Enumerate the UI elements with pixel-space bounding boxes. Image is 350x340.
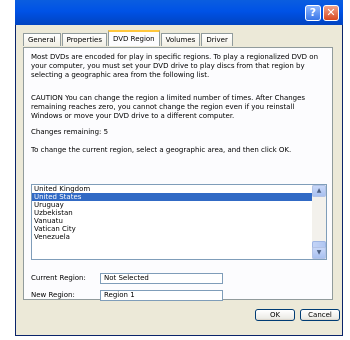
list-item[interactable]: United Kingdom <box>32 185 326 193</box>
list-item[interactable]: Vanuatu <box>32 217 326 225</box>
new-region-value: Region 1 <box>100 290 223 301</box>
caution-text: CAUTION You can change the region a limi… <box>31 94 306 120</box>
list-item[interactable]: Uruguay <box>32 201 326 209</box>
tab-strip: General Properties DVD Region Volumes Dr… <box>23 30 234 46</box>
scroll-down-icon[interactable]: ▼ <box>312 247 326 259</box>
list-item[interactable]: Uzbekistan <box>32 209 326 217</box>
new-region-label: New Region: <box>31 291 75 299</box>
current-region-label: Current Region: <box>31 274 86 282</box>
tab-driver[interactable]: Driver <box>201 33 233 46</box>
list-scrollbar[interactable]: ▲ ▼ <box>312 185 326 259</box>
dvd-region-panel: Most DVDs are encoded for play in specif… <box>23 47 333 301</box>
ok-button[interactable]: OK <box>255 309 295 321</box>
tab-volumes[interactable]: Volumes <box>160 33 201 46</box>
list-item-selected[interactable]: United States <box>32 193 313 201</box>
changes-remaining-text: Changes remaining: 5 <box>31 128 109 136</box>
list-item[interactable]: Vatican City <box>32 225 326 233</box>
intro-text: Most DVDs are encoded for play in specif… <box>31 53 319 79</box>
instruction-text: To change the current region, select a g… <box>31 146 292 154</box>
region-listbox[interactable]: United Kingdom United States Uruguay Uzb… <box>31 184 327 260</box>
scroll-up-icon[interactable]: ▲ <box>312 185 326 197</box>
list-item[interactable]: Venezuela <box>32 233 326 241</box>
tab-dvd-region[interactable]: DVD Region <box>107 30 160 46</box>
tab-properties[interactable]: Properties <box>61 33 107 46</box>
help-icon[interactable]: ? <box>305 5 321 21</box>
cancel-button[interactable]: Cancel <box>300 309 340 321</box>
tab-general[interactable]: General <box>23 33 61 46</box>
close-icon[interactable]: ✕ <box>323 5 339 21</box>
dvd-properties-dialog: ? ✕ General Properties DVD Region Volume… <box>15 0 343 336</box>
current-region-value: Not Selected <box>100 273 223 284</box>
title-bar[interactable]: ? ✕ <box>15 0 343 25</box>
